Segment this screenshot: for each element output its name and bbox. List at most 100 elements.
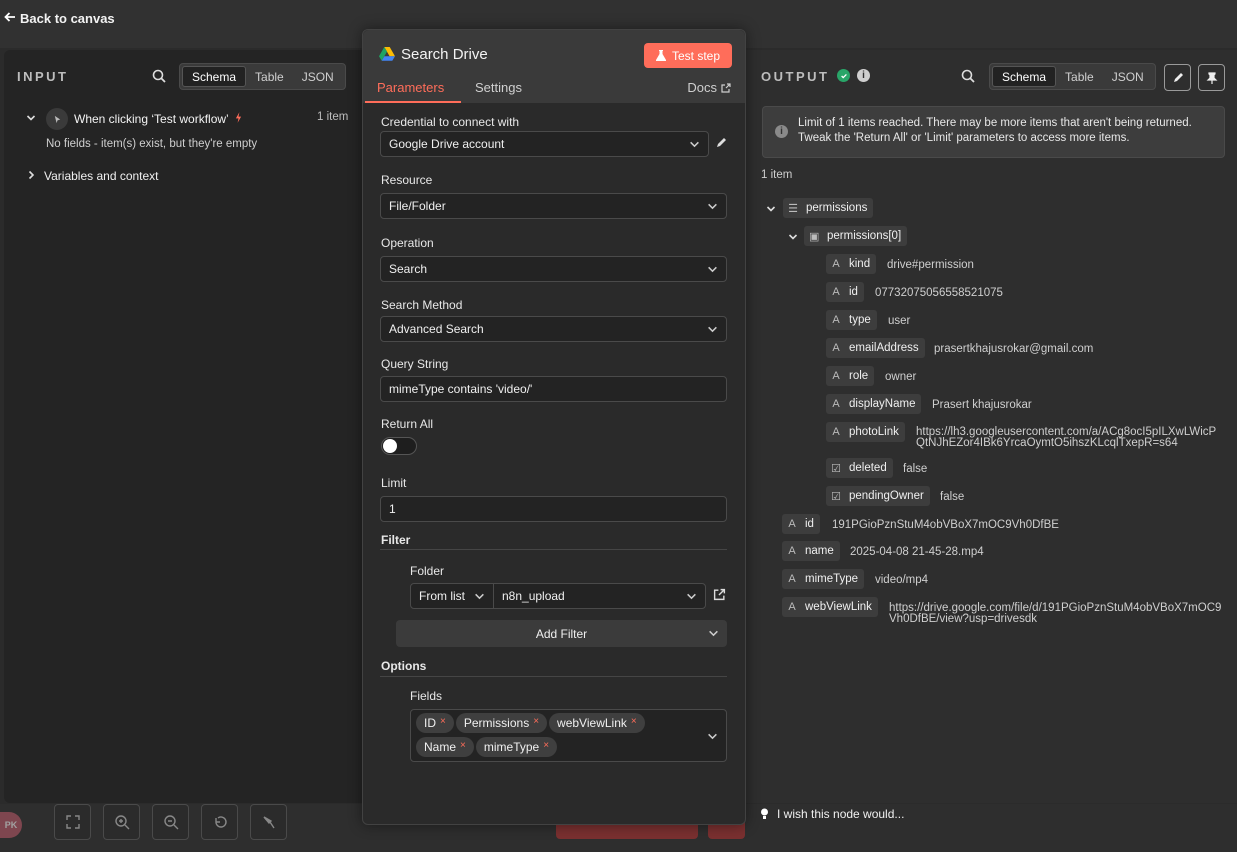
operation-label: Operation xyxy=(381,236,434,250)
schema-key-permissions: ☰ permissions xyxy=(783,198,874,218)
string-type-icon: A xyxy=(832,370,840,382)
success-check-icon xyxy=(837,69,850,82)
search-method-label: Search Method xyxy=(381,298,463,312)
search-method-select[interactable]: Advanced Search xyxy=(380,316,727,342)
credential-select[interactable]: Google Drive account xyxy=(380,131,709,157)
output-view-schema[interactable]: Schema xyxy=(992,66,1057,87)
key-label: webViewLink xyxy=(805,601,872,613)
key-label: name xyxy=(805,545,834,557)
feedback-link[interactable]: I wish this node would... xyxy=(760,807,904,821)
input-view-table[interactable]: Table xyxy=(246,66,293,87)
feedback-text: I wish this node would... xyxy=(777,807,905,821)
node-title[interactable]: Search Drive xyxy=(401,46,488,63)
resource-select[interactable]: File/Folder xyxy=(380,193,727,219)
test-step-button[interactable]: Test step xyxy=(644,43,732,68)
output-view-json[interactable]: JSON xyxy=(1103,66,1153,87)
remove-chip-icon[interactable]: × xyxy=(533,716,539,727)
limit-notice: i Limit of 1 items reached. There may be… xyxy=(762,106,1225,158)
operation-select[interactable]: Search xyxy=(380,256,727,282)
query-string-input[interactable]: mimeType contains 'video/' xyxy=(380,376,727,402)
key-label: type xyxy=(849,314,871,326)
schema-key-web-view-link: AwebViewLink xyxy=(782,597,878,617)
input-view-schema[interactable]: Schema xyxy=(182,66,247,87)
variables-context-row[interactable]: Variables and context xyxy=(26,169,159,183)
open-folder-button[interactable] xyxy=(713,588,726,604)
chevron-right-icon xyxy=(26,169,36,183)
folder-select[interactable]: n8n_upload xyxy=(493,583,706,609)
input-view-json[interactable]: JSON xyxy=(293,66,343,87)
back-label: Back to canvas xyxy=(20,11,115,26)
chevron-down-icon xyxy=(709,630,718,637)
zoom-out-button[interactable] xyxy=(152,804,189,840)
add-filter-button[interactable]: Add Filter xyxy=(396,620,727,647)
output-view-table[interactable]: Table xyxy=(1056,66,1103,87)
tab-active-indicator xyxy=(365,101,461,103)
limit-input[interactable]: 1 xyxy=(380,496,727,522)
tab-settings[interactable]: Settings xyxy=(475,80,522,95)
string-type-icon: A xyxy=(788,518,796,530)
trigger-item-count: 1 item xyxy=(317,111,349,123)
chevron-down-icon xyxy=(708,203,717,209)
schema-value: drive#permission xyxy=(887,259,974,271)
edit-credential-button[interactable] xyxy=(715,137,727,152)
query-string-label: Query String xyxy=(381,357,449,371)
schema-value: owner xyxy=(885,371,917,383)
key-label: deleted xyxy=(849,462,887,474)
output-search-button[interactable] xyxy=(961,69,975,86)
options-label: Options xyxy=(381,659,427,673)
remove-chip-icon[interactable]: × xyxy=(440,716,446,727)
notice-line-1: Limit of 1 items reached. There may be m… xyxy=(798,117,1192,129)
output-view-switcher: Schema Table JSON xyxy=(989,63,1156,90)
chevron-down-icon xyxy=(708,733,717,740)
key-label: pendingOwner xyxy=(849,490,924,502)
input-view-switcher: Schema Table JSON xyxy=(179,63,346,90)
chip-label: ID xyxy=(424,716,436,730)
schema-value: false xyxy=(903,463,928,475)
fit-view-button[interactable] xyxy=(54,804,91,840)
pin-output-button[interactable] xyxy=(1198,64,1225,91)
tab-parameters[interactable]: Parameters xyxy=(377,80,444,95)
zoom-in-button[interactable] xyxy=(103,804,140,840)
trigger-node-row[interactable]: When clicking ‘Test workflow’ xyxy=(26,108,242,130)
string-type-icon: A xyxy=(832,426,840,438)
trigger-label: When clicking ‘Test workflow’ xyxy=(74,112,229,126)
chip-label: Name xyxy=(424,740,457,754)
remove-chip-icon[interactable]: × xyxy=(460,740,466,751)
schema-key-kind: Akind xyxy=(826,254,877,274)
filter-divider xyxy=(380,549,727,550)
folder-mode-value: From list xyxy=(419,589,465,603)
key-label: permissions[0] xyxy=(827,230,902,242)
list-icon: ☰ xyxy=(788,202,798,215)
docs-link[interactable]: Docs xyxy=(687,80,731,95)
external-link-icon xyxy=(713,588,726,601)
info-icon[interactable]: i xyxy=(857,69,870,82)
edit-output-button[interactable] xyxy=(1164,64,1191,91)
pencil-icon xyxy=(1173,72,1183,82)
remove-chip-icon[interactable]: × xyxy=(631,716,637,727)
google-drive-icon xyxy=(379,47,395,61)
output-title: OUTPUT xyxy=(761,69,830,84)
schema-value-line-2: QtNJhEZor4IBk6YrcaOymtO5ihszKLcqlTxepR=s… xyxy=(916,437,1178,449)
tidy-up-button[interactable] xyxy=(250,804,287,840)
input-search-button[interactable] xyxy=(152,69,166,86)
field-chip-permissions: Permissions × xyxy=(455,713,548,733)
fit-view-icon xyxy=(65,815,80,829)
fields-multiselect[interactable]: ID × Permissions × webViewLink × Name × mimeType… xyxy=(410,709,727,762)
field-chip-mimetype: mimeType × xyxy=(475,737,558,757)
return-all-toggle[interactable] xyxy=(381,437,417,455)
chevron-down-icon[interactable] xyxy=(788,231,798,245)
resource-label: Resource xyxy=(381,173,433,187)
reset-zoom-button[interactable] xyxy=(201,804,238,840)
remove-chip-icon[interactable]: × xyxy=(543,740,549,751)
chip-label: mimeType xyxy=(483,740,540,754)
schema-key-mime-type: AmimeType xyxy=(782,569,865,589)
chevron-down-icon[interactable] xyxy=(26,112,36,126)
field-chip-id: ID × xyxy=(416,713,454,733)
flask-icon xyxy=(655,50,666,61)
back-to-canvas-button[interactable]: Back to canvas xyxy=(4,11,115,26)
folder-mode-select[interactable]: From list xyxy=(410,583,494,609)
arrow-left-icon xyxy=(4,11,16,26)
chevron-down-icon[interactable] xyxy=(766,203,776,217)
add-filter-label: Add Filter xyxy=(535,626,588,641)
schema-key-email-address: AemailAddress xyxy=(826,338,925,358)
